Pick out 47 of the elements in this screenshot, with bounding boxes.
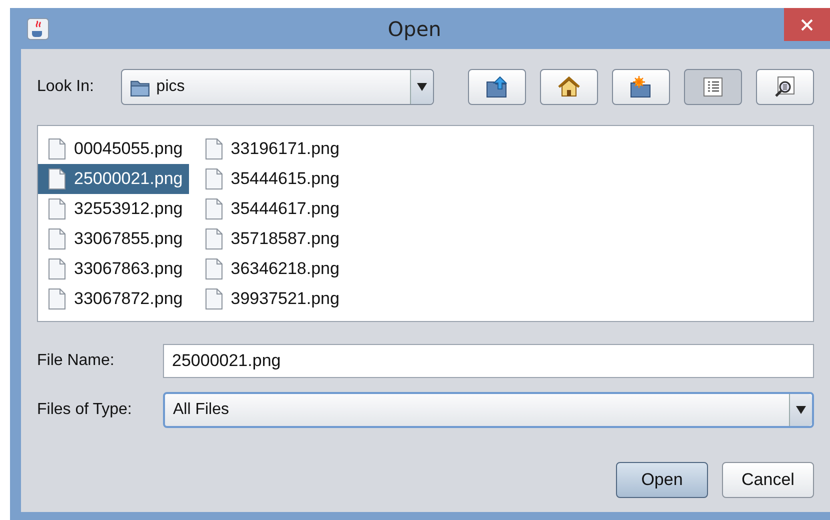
home-icon — [557, 76, 581, 98]
look-in-dropdown[interactable]: pics — [121, 69, 434, 105]
file-icon — [204, 258, 223, 280]
coffee-cup-icon — [27, 18, 49, 40]
folder-up-icon — [485, 76, 509, 98]
file-icon — [204, 228, 223, 250]
window-title: Open — [386, 16, 442, 40]
file-item[interactable]: 35444617.png — [194, 194, 346, 224]
file-icon — [48, 198, 66, 220]
close-icon — [800, 18, 814, 32]
file-item[interactable]: 33067855.png — [38, 224, 189, 254]
dropdown-arrow-icon — [796, 406, 806, 414]
file-icon — [48, 228, 66, 250]
look-in-label: Look In: — [37, 78, 95, 96]
file-name-label: File Name: — [37, 352, 116, 370]
toolbar-button[interactable] — [468, 69, 526, 105]
details-view-icon — [774, 76, 796, 98]
file-item[interactable]: 25000021.png — [38, 164, 189, 194]
new-folder-icon — [629, 76, 653, 98]
toolbar-button[interactable] — [540, 69, 598, 105]
file-item[interactable]: 33067872.png — [38, 284, 189, 314]
file-icon — [48, 138, 66, 160]
file-icon — [204, 138, 223, 160]
open-button[interactable]: Open — [616, 462, 708, 498]
file-icon — [204, 168, 223, 190]
file-icon — [204, 198, 223, 220]
file-item[interactable]: 35718587.png — [194, 224, 346, 254]
close-button[interactable] — [784, 8, 830, 41]
toolbar-button[interactable] — [612, 69, 670, 105]
file-type-dropdown[interactable]: All Files — [163, 392, 814, 428]
file-item[interactable]: 32553912.png — [38, 194, 189, 224]
file-icon — [48, 168, 66, 190]
file-icon — [48, 288, 66, 310]
file-item[interactable]: 00045055.png — [38, 134, 189, 164]
cancel-button[interactable]: Cancel — [722, 462, 814, 498]
file-item[interactable]: 39937521.png — [194, 284, 346, 314]
file-icon — [48, 258, 66, 280]
file-item[interactable]: 35444615.png — [194, 164, 346, 194]
file-item[interactable]: 33067863.png — [38, 254, 189, 284]
file-item[interactable]: 36346218.png — [194, 254, 346, 284]
file-name-field[interactable]: 25000021.png — [163, 344, 814, 378]
dropdown-arrow-icon — [417, 83, 427, 91]
file-type-label: Files of Type: — [37, 401, 133, 419]
file-icon — [204, 288, 223, 310]
list-view-icon — [703, 77, 723, 97]
file-item[interactable]: 33196171.png — [194, 134, 346, 164]
toolbar-button[interactable] — [756, 69, 814, 105]
